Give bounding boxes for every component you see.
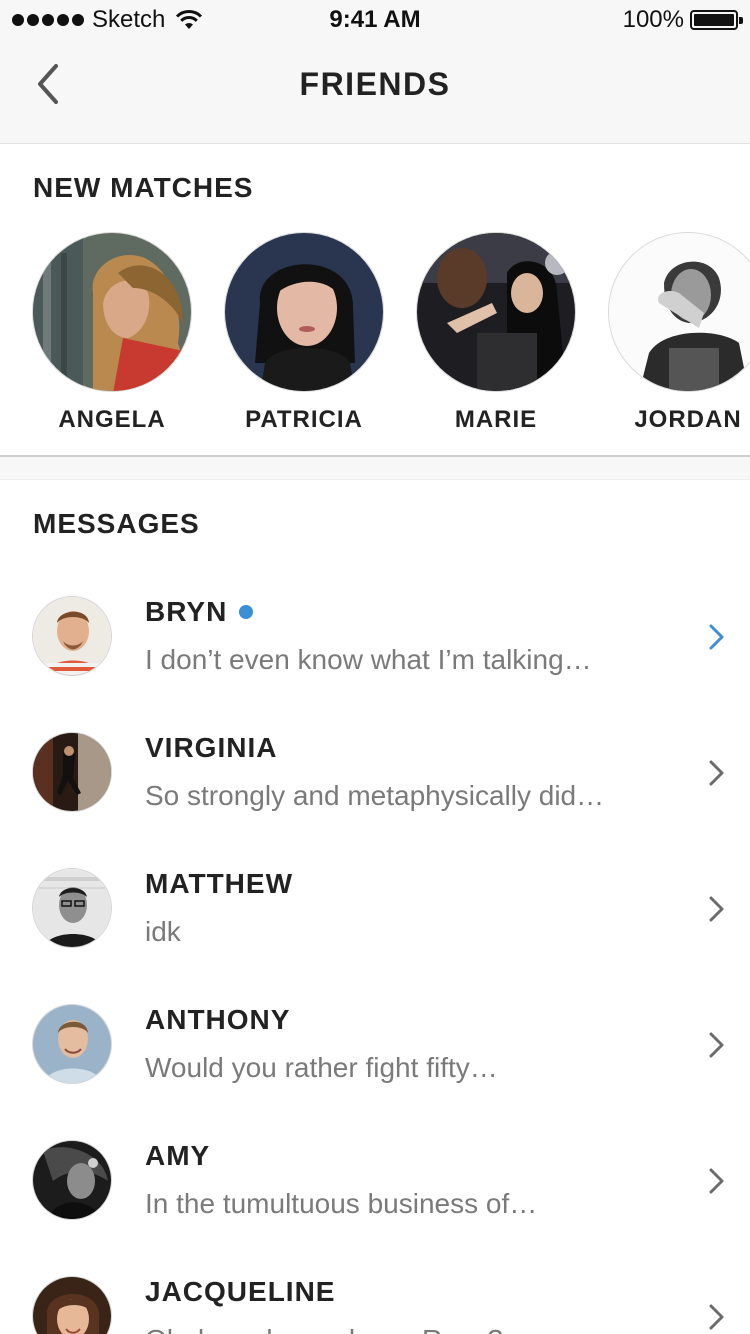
- message-sender-name: AMY: [145, 1140, 211, 1171]
- message-preview: Would you rather fight fifty…: [145, 1052, 498, 1083]
- message-row-bryn[interactable]: BRYN I don’t even know what I’m talking…: [0, 568, 750, 704]
- avatar: [32, 232, 192, 392]
- message-sender-name: BRYN: [145, 596, 228, 627]
- match-item-patricia[interactable]: PATRICIA: [224, 232, 384, 434]
- message-sender-name: VIRGINIA: [145, 732, 278, 763]
- chevron-right-icon: [709, 1304, 724, 1330]
- match-name: JORDAN: [634, 406, 742, 433]
- status-bar: Sketch 9:41 AM 100%: [0, 0, 750, 40]
- match-item-angela[interactable]: ANGELA: [32, 232, 192, 434]
- messages-heading: MESSAGES: [33, 508, 200, 539]
- match-name: PATRICIA: [245, 406, 363, 433]
- match-name: MARIE: [454, 406, 538, 433]
- avatar: [608, 232, 750, 392]
- online-indicator: [239, 605, 254, 619]
- battery-icon: [690, 10, 743, 30]
- message-row-anthony[interactable]: ANTHONY Would you rather fight fifty…: [0, 976, 750, 1112]
- navigation-bar: FRIENDS: [0, 40, 750, 144]
- message-preview: I don’t even know what I’m talking…: [145, 644, 592, 675]
- message-sender: BRYN: [145, 596, 254, 628]
- message-row-matthew[interactable]: MATTHEW idk: [0, 840, 750, 976]
- message-row-amy[interactable]: AMY In the tumultuous business of…: [0, 1112, 750, 1248]
- battery-level: [694, 14, 734, 26]
- message-preview: So strongly and metaphysically did…: [145, 780, 605, 811]
- message-sender: VIRGINIA: [145, 732, 277, 764]
- message-preview: Oh, how do you know Ryan?: [145, 1324, 503, 1334]
- message-sender: AMY: [145, 1140, 210, 1172]
- avatar: [32, 1004, 112, 1084]
- message-sender-name: ANTHONY: [145, 1004, 291, 1035]
- message-sender: JACQUELINE: [145, 1276, 335, 1308]
- avatar: [416, 232, 576, 392]
- section-divider: [0, 455, 750, 480]
- message-row-jacqueline[interactable]: JACQUELINE Oh, how do you know Ryan?: [0, 1248, 750, 1334]
- chevron-right-icon: [709, 760, 724, 786]
- new-matches-heading: NEW MATCHES: [33, 172, 254, 203]
- match-name: ANGELA: [58, 406, 166, 433]
- message-row-virginia[interactable]: VIRGINIA So strongly and metaphysically …: [0, 704, 750, 840]
- page-title: FRIENDS: [299, 66, 451, 102]
- message-sender-name: MATTHEW: [145, 868, 293, 899]
- avatar: [32, 732, 112, 812]
- message-sender-name: JACQUELINE: [145, 1276, 336, 1307]
- match-item-marie[interactable]: MARIE: [416, 232, 576, 434]
- chevron-right-icon: [709, 624, 724, 650]
- message-sender: ANTHONY: [145, 1004, 290, 1036]
- message-preview: In the tumultuous business of…: [145, 1188, 538, 1219]
- status-right: 100%: [622, 6, 743, 34]
- avatar: [32, 596, 112, 676]
- avatar: [224, 232, 384, 392]
- message-preview: idk: [145, 916, 181, 947]
- avatar: [32, 868, 112, 948]
- chevron-right-icon: [709, 1032, 724, 1058]
- new-matches-carousel[interactable]: ANGELA PATRICIA MARIE JORDAN: [0, 232, 750, 442]
- message-sender: MATTHEW: [145, 868, 293, 900]
- match-item-jordan[interactable]: JORDAN: [608, 232, 750, 434]
- chevron-right-icon: [709, 1168, 724, 1194]
- avatar: [32, 1140, 112, 1220]
- battery-percent: 100%: [622, 6, 684, 33]
- chevron-right-icon: [709, 896, 724, 922]
- avatar: [32, 1276, 112, 1334]
